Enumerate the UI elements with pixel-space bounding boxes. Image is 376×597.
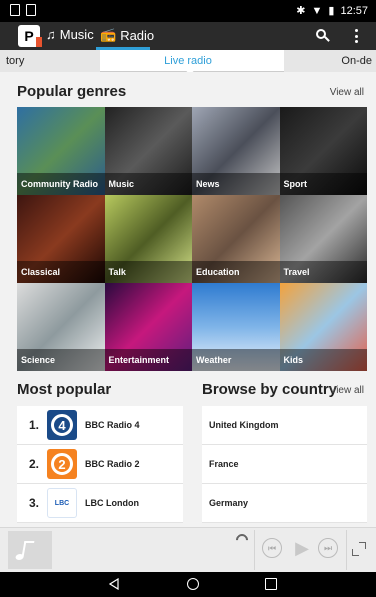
divider [254,530,255,570]
genre-label: Kids [279,349,367,371]
cast-icon[interactable] [233,531,251,549]
subtab-live-radio[interactable]: Live radio [0,55,376,67]
browse-by-country-title: Browse by country [202,381,338,398]
wifi-icon: ▼ [311,4,323,17]
list-item[interactable]: United Kingdom [202,406,367,445]
browse-by-country-view-all[interactable]: View all [330,385,364,396]
genre-sport[interactable]: Sport [279,107,367,195]
station-name: BBC Radio 4 [85,420,140,430]
genre-label: Science [17,349,105,371]
genre-grid: Community Radio Music News Sport Classic… [17,107,367,371]
genre-label: Travel [279,261,367,283]
popular-genres-view-all[interactable]: View all [330,87,364,98]
music-note-icon: ♫ [46,27,56,42]
station-logo: 4 [47,410,77,440]
genre-education[interactable]: Education [192,195,280,283]
now-playing-artwork[interactable] [8,531,52,569]
expand-icon[interactable] [352,542,366,556]
app-logo[interactable]: P [18,25,42,47]
tab-music-label: Music [59,27,94,42]
previous-button[interactable]: ⏮ [262,538,282,558]
previous-icon: ⏮ [267,542,277,553]
list-item[interactable]: 2. 2 BBC Radio 2 [17,445,183,484]
station-logo: 2 [47,449,77,479]
list-item[interactable]: France [202,445,367,484]
genre-entertainment[interactable]: Entertainment [104,283,192,371]
genre-label: Weather [192,349,280,371]
genre-kids[interactable]: Kids [279,283,367,371]
station-logo: LBC [47,488,77,518]
list-item[interactable]: Germany [202,484,367,523]
overflow-menu-icon[interactable] [355,29,358,43]
list-item[interactable]: 1. 4 BBC Radio 4 [17,406,183,445]
genre-label: Entertainment [104,349,192,371]
genre-label: Community Radio [17,173,105,195]
home-icon[interactable] [187,578,199,590]
rank: 1. [28,418,39,432]
genre-label: Music [104,173,192,195]
status-left [10,4,36,16]
list-item[interactable]: 3. LBC LBC London [17,484,183,523]
logo-text: 4 [51,414,73,436]
notification-icon [10,4,20,16]
genre-music[interactable]: Music [104,107,192,195]
divider [346,530,347,570]
rank: 3. [28,496,39,510]
station-name: BBC Radio 2 [85,459,140,469]
main-content: Popular genres View all Community Radio … [0,72,376,527]
search-icon[interactable] [316,29,326,39]
popular-genres-title: Popular genres [17,83,127,100]
battery-icon: ▮ [328,5,335,17]
bluetooth-icon: ✱ [296,5,306,17]
genre-label: Education [192,261,280,283]
station-name: LBC London [85,498,139,508]
status-bar: ✱ ▼ ▮ 12:57 [0,0,376,22]
most-popular-list: 1. 4 BBC Radio 4 2. 2 BBC Radio 2 3. LBC… [17,406,183,523]
genre-talk[interactable]: Talk [104,195,192,283]
genre-label: Sport [279,173,367,195]
genre-news[interactable]: News [192,107,280,195]
mini-player: ⏮ ▶ ⏭ [0,527,376,572]
app-bar: P ♫ Music 📻 Radio [0,22,376,50]
genre-label: Classical [17,261,105,283]
genre-weather[interactable]: Weather [192,283,280,371]
rank: 2. [28,457,39,471]
country-list: United Kingdom France Germany [202,406,367,523]
radio-icon: 📻 [100,27,117,42]
back-icon[interactable] [109,578,119,590]
sub-tabs: tory Live radio On-de [0,50,376,80]
genre-label: News [192,173,280,195]
genre-community-radio[interactable]: Community Radio [17,107,105,195]
tab-music[interactable]: ♫ Music [46,27,94,42]
logo-text: 2 [51,453,73,475]
recent-apps-icon[interactable] [265,578,277,590]
tab-radio[interactable]: 📻 Radio [100,27,154,43]
next-button[interactable]: ⏭ [318,538,338,558]
status-time: 12:57 [340,4,368,17]
play-button[interactable]: ▶ [292,538,312,558]
music-note-icon [21,541,35,557]
genre-travel[interactable]: Travel [279,195,367,283]
subtab-on-demand[interactable]: On-de [341,55,372,67]
status-right: ✱ ▼ ▮ 12:57 [296,4,368,18]
image-notification-icon [26,4,36,16]
tab-radio-label: Radio [120,27,155,43]
play-icon: ▶ [295,537,309,558]
genre-classical[interactable]: Classical [17,195,105,283]
next-icon: ⏭ [323,542,333,553]
most-popular-title: Most popular [17,381,112,398]
system-nav-bar [0,572,376,597]
genre-label: Talk [104,261,192,283]
genre-science[interactable]: Science [17,283,105,371]
